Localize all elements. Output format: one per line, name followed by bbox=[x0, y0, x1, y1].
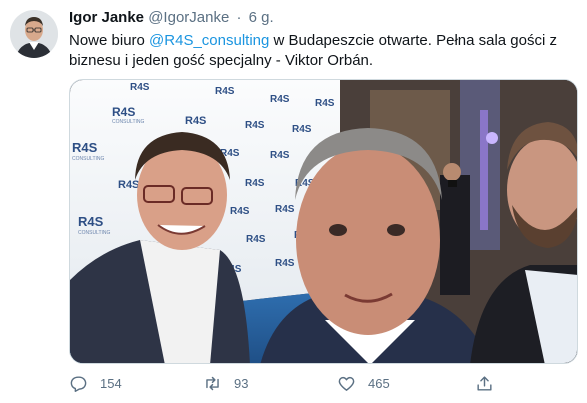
share-icon bbox=[477, 376, 492, 391]
tweet-text: Nowe biuro @R4S_consulting w Budapeszcie… bbox=[69, 31, 569, 71]
like-button[interactable]: 465 bbox=[337, 374, 390, 393]
retweet-count: 93 bbox=[234, 376, 249, 391]
svg-text:R4S: R4S bbox=[112, 105, 135, 119]
svg-text:R4S: R4S bbox=[275, 258, 295, 269]
svg-text:R4S: R4S bbox=[118, 179, 139, 191]
svg-text:R4S: R4S bbox=[315, 98, 335, 109]
svg-text:R4S: R4S bbox=[245, 120, 265, 131]
mention-link[interactable]: @R4S_consulting bbox=[149, 32, 269, 49]
user-handle[interactable]: @IgorJanke bbox=[148, 9, 229, 26]
tweet-photo[interactable]: R4S R4S R4S R4S R4S R4S R4S R4S R4S R4S … bbox=[69, 79, 578, 364]
svg-text:CONSULTING: CONSULTING bbox=[112, 119, 145, 125]
svg-text:R4S: R4S bbox=[245, 178, 265, 189]
avatar[interactable] bbox=[10, 10, 58, 58]
svg-text:CONSULTING: CONSULTING bbox=[72, 156, 105, 162]
like-count: 465 bbox=[368, 376, 390, 391]
svg-text:R4S: R4S bbox=[292, 124, 312, 135]
tweet[interactable]: Igor Janke @IgorJanke · 6 g. Nowe biuro … bbox=[0, 0, 587, 403]
tweet-text-before: Nowe biuro bbox=[69, 32, 150, 49]
share-button[interactable] bbox=[475, 374, 506, 393]
timestamp[interactable]: 6 g. bbox=[249, 9, 274, 26]
reply-count: 154 bbox=[100, 376, 122, 391]
display-name[interactable]: Igor Janke bbox=[69, 9, 144, 26]
svg-text:R4S: R4S bbox=[270, 150, 290, 161]
svg-text:R4S: R4S bbox=[275, 204, 295, 215]
tweet-header: Igor Janke @IgorJanke · 6 g. bbox=[69, 9, 274, 26]
svg-text:R4S: R4S bbox=[246, 234, 266, 245]
svg-text:R4S: R4S bbox=[72, 140, 98, 155]
separator-dot: · bbox=[236, 9, 242, 26]
svg-text:R4S: R4S bbox=[78, 214, 104, 229]
svg-text:R4S: R4S bbox=[130, 82, 150, 93]
tweet-actions: 154 93 465 bbox=[69, 372, 578, 398]
svg-text:R4S: R4S bbox=[215, 86, 235, 97]
retweet-icon bbox=[206, 376, 219, 391]
svg-text:CONSULTING: CONSULTING bbox=[78, 230, 111, 236]
svg-text:R4S: R4S bbox=[185, 115, 206, 127]
svg-text:R4S: R4S bbox=[230, 206, 250, 217]
heart-icon bbox=[338, 376, 355, 391]
retweet-button[interactable]: 93 bbox=[203, 374, 248, 393]
reply-icon bbox=[70, 376, 87, 392]
reply-button[interactable]: 154 bbox=[69, 374, 122, 393]
svg-text:R4S: R4S bbox=[270, 94, 290, 105]
